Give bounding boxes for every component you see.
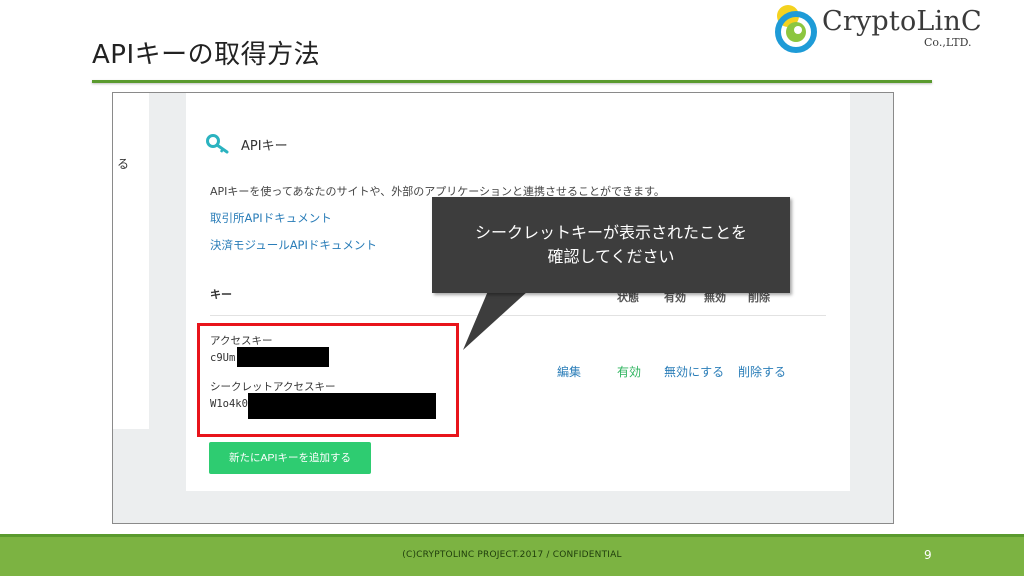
delete-link[interactable]: 削除する [738,363,786,380]
footer-copyright: (C)CRYPTOLINC PROJECT.2017 / CONFIDENTIA… [402,550,622,560]
payment-api-doc-link[interactable]: 決済モジュールAPIドキュメント [210,237,377,253]
table-divider [210,315,826,316]
sidebar-fragment-text: る [117,157,130,171]
logo-name: CryptoLinC [822,6,982,37]
callout-line-2: 確認してください [547,247,675,266]
highlight-box [197,323,459,437]
embedded-screenshot: る APIキー APIキーを使ってあなたのサイトや、外部のアプリケーションと連携… [112,92,894,524]
logo-mark-icon [775,5,817,53]
add-api-key-button[interactable]: 新たにAPIキーを追加する [209,442,371,474]
callout-text: シークレットキーが表示されたことを 確認してください [432,221,790,269]
title-divider [92,80,932,83]
status-badge: 有効 [617,365,642,379]
callout-box: シークレットキーが表示されたことを 確認してください [432,197,790,293]
edit-link[interactable]: 編集 [557,363,581,380]
panel-heading: APIキー [241,139,288,154]
sidebar-fragment: る [113,93,149,429]
slide-title: APIキーの取得方法 [92,40,321,70]
key-icon [206,134,229,154]
company-logo: CryptoLinC Co.,LTD. [774,2,984,58]
key-column-header: キー [210,288,232,301]
callout-line-1: シークレットキーが表示されたことを [474,223,747,242]
exchange-api-doc-link[interactable]: 取引所APIドキュメント [210,210,332,226]
logo-subtitle: Co.,LTD. [924,36,972,49]
page-number: 9 [924,548,932,562]
disable-link[interactable]: 無効にする [664,363,724,380]
